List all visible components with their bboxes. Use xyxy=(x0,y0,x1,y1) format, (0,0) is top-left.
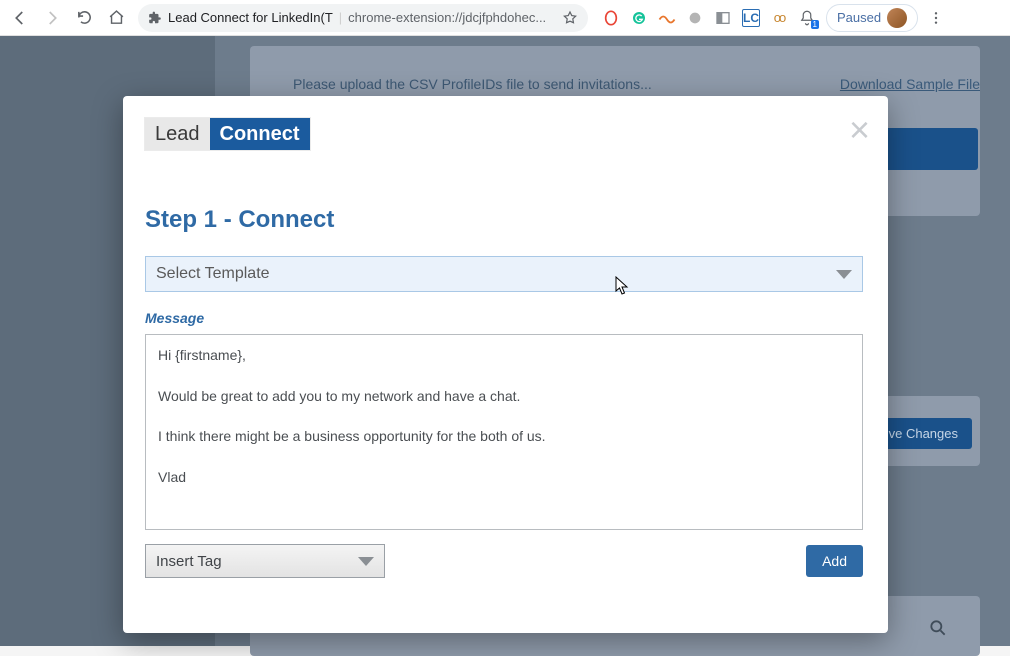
address-bar[interactable]: Lead Connect for LinkedIn(T | chrome-ext… xyxy=(138,4,588,32)
opera-ext-icon[interactable] xyxy=(602,9,620,27)
extension-icon xyxy=(148,11,162,25)
back-button[interactable] xyxy=(6,4,34,32)
panel-ext-icon[interactable] xyxy=(714,9,732,27)
home-button[interactable] xyxy=(102,4,130,32)
reload-button[interactable] xyxy=(70,4,98,32)
tab-title: Lead Connect for LinkedIn(T xyxy=(168,10,333,25)
insert-tag-select[interactable]: Insert Tag xyxy=(145,544,385,578)
browser-toolbar: Lead Connect for LinkedIn(T | chrome-ext… xyxy=(0,0,1010,36)
chevron-down-icon xyxy=(836,270,852,279)
avatar xyxy=(887,8,907,28)
wave-ext-icon[interactable] xyxy=(658,9,676,27)
bell-ext-icon[interactable]: 1 xyxy=(798,9,816,27)
notif-badge: 1 xyxy=(811,20,819,29)
modal-bottom-row: Insert Tag Add xyxy=(145,544,863,578)
add-button[interactable]: Add xyxy=(806,545,863,577)
chevron-down-icon xyxy=(358,557,374,566)
logo-lead: Lead xyxy=(145,118,210,150)
url-text: chrome-extension://jdcjfphdohec... xyxy=(348,10,556,25)
grammarly-ext-icon[interactable] xyxy=(630,9,648,27)
profile-status-label: Paused xyxy=(837,10,881,25)
extensions-bar: LC oo 1 xyxy=(596,9,822,27)
insert-tag-label: Insert Tag xyxy=(156,553,222,570)
profile-pill[interactable]: Paused xyxy=(826,4,918,32)
step-title: Step 1 - Connect xyxy=(145,206,866,234)
template-select[interactable]: Select Template xyxy=(145,256,863,292)
modal-overlay: Lead Connect × Step 1 - Connect Select T… xyxy=(0,36,1010,646)
leadconnect-logo: Lead Connect xyxy=(145,118,310,150)
message-textarea[interactable]: Hi {firstname}, Would be great to add yo… xyxy=(145,334,863,530)
loop-ext-icon[interactable]: oo xyxy=(770,9,788,27)
circle-ext-icon[interactable] xyxy=(686,9,704,27)
lc-ext-icon[interactable]: LC xyxy=(742,9,760,27)
forward-button[interactable] xyxy=(38,4,66,32)
template-select-label: Select Template xyxy=(156,265,270,283)
mouse-cursor xyxy=(615,276,631,296)
close-icon[interactable]: × xyxy=(849,112,870,148)
message-label: Message xyxy=(145,310,866,326)
star-icon[interactable] xyxy=(562,10,578,26)
connect-modal: Lead Connect × Step 1 - Connect Select T… xyxy=(123,96,888,633)
kebab-menu[interactable] xyxy=(922,4,950,32)
logo-connect: Connect xyxy=(210,118,310,150)
